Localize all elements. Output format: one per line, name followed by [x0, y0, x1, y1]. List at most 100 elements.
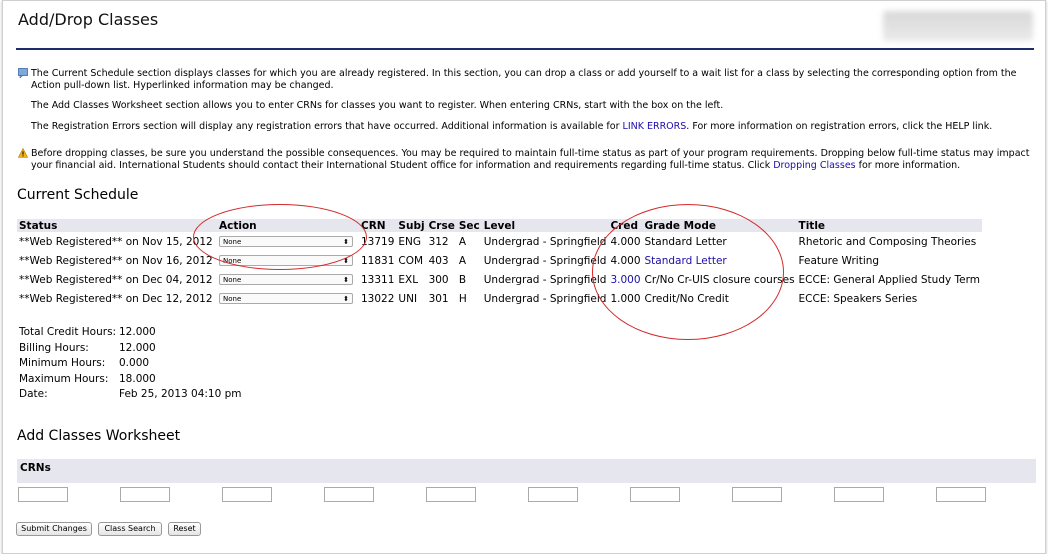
col-crn: CRN: [359, 219, 397, 232]
crn-cell: 13719: [361, 235, 395, 248]
warning-text: Before dropping classes, be sure you und…: [31, 148, 1038, 172]
note-icon: [18, 68, 28, 78]
grade-mode-link[interactable]: Standard Letter: [645, 255, 727, 267]
crn-input-5[interactable]: [426, 487, 476, 502]
totals-label: Billing Hours:: [19, 341, 89, 354]
totals-value: Feb 25, 2013 04:10 pm: [119, 388, 242, 400]
crn-cell: 13022: [361, 292, 395, 305]
col-crse: Crse: [426, 219, 457, 232]
totals-label: Date:: [19, 388, 48, 400]
level-cell: Undergrad - Springfield: [483, 292, 607, 305]
title-cell: Rhetoric and Composing Theories: [798, 235, 977, 248]
link-errors-link[interactable]: LINK ERRORS: [623, 121, 687, 132]
warning-dropping: Before dropping classes, be sure you und…: [18, 148, 1038, 172]
level-cell: Undergrad - Springfield: [483, 254, 607, 267]
crse-cell: 312: [428, 235, 449, 248]
col-action: Action: [217, 219, 359, 232]
totals-label: Minimum Hours:: [19, 357, 106, 369]
page-title: Add/Drop Classes: [18, 10, 159, 29]
title-cell: ECCE: Speakers Series: [798, 292, 918, 305]
action-select[interactable]: None ⬍: [219, 293, 353, 304]
totals-row: Minimum Hours: 0.000: [19, 356, 242, 372]
crn-input-7[interactable]: [630, 487, 680, 502]
warning-text-after: for more information.: [855, 160, 961, 171]
action-cell: None ⬍: [217, 270, 359, 289]
action-select[interactable]: None ⬍: [219, 274, 353, 285]
action-cell: None ⬍: [217, 251, 359, 270]
col-level: Level: [481, 219, 609, 232]
subj-cell: ENG: [398, 235, 422, 248]
header-rule: [16, 48, 1034, 50]
cred-cell: 4.000: [610, 254, 641, 267]
crn-input-10[interactable]: [936, 487, 986, 502]
title-cell: Feature Writing: [798, 254, 880, 267]
sec-cell: A: [458, 254, 467, 267]
col-grade-mode: Grade Mode: [642, 219, 797, 232]
subj-cell: COM: [398, 254, 424, 267]
crse-cell: 403: [428, 254, 449, 267]
crn-input-1[interactable]: [18, 487, 68, 502]
cred-cell: 1.000: [610, 292, 641, 305]
action-select-value: None: [223, 276, 242, 284]
info-text-3: The Registration Errors section will dis…: [31, 121, 1038, 133]
grade-mode-cell: Standard Letter: [643, 251, 797, 270]
crse-cell: 301: [428, 292, 449, 305]
action-select[interactable]: None ⬍: [219, 255, 353, 266]
totals-value: 12.000: [119, 341, 156, 354]
subj-cell: UNI: [398, 292, 418, 305]
crn-input-8[interactable]: [732, 487, 782, 502]
table-row: **Web Registered** on Nov 16, 2012 None ⬍…: [17, 251, 982, 270]
current-schedule-heading: Current Schedule: [17, 187, 139, 203]
grade-mode-cell: Cr/No Cr-UIS closure courses: [644, 273, 795, 286]
status-cell: **Web Registered** on Nov 15, 2012: [19, 235, 213, 248]
action-select-value: None: [223, 257, 242, 265]
totals-value: 12.000: [119, 326, 156, 338]
crn-input-9[interactable]: [834, 487, 884, 502]
sec-cell: A: [458, 235, 467, 248]
reset-button[interactable]: Reset: [168, 522, 201, 536]
totals-label: Total Credit Hours:: [19, 326, 117, 338]
class-search-button[interactable]: Class Search: [98, 522, 162, 536]
grade-mode-cell: Credit/No Credit: [644, 292, 729, 305]
crse-cell: 300: [428, 273, 449, 286]
subj-cell: EXL: [398, 273, 419, 286]
page-frame: Add/Drop Classes The Current Schedule se…: [2, 0, 1046, 554]
status-cell: **Web Registered** on Dec 04, 2012: [19, 273, 213, 286]
dropping-classes-link[interactable]: Dropping Classes: [773, 160, 855, 171]
status-cell: **Web Registered** on Dec 12, 2012: [19, 292, 213, 305]
totals-row: Total Credit Hours: 12.000: [19, 325, 242, 341]
table-row: **Web Registered** on Dec 04, 2012 None ⬍…: [17, 270, 982, 289]
totals-row: Date: Feb 25, 2013 04:10 pm: [19, 387, 242, 403]
totals-row: Billing Hours: 12.000: [19, 341, 242, 357]
crn-input-4[interactable]: [324, 487, 374, 502]
action-select-value: None: [223, 238, 242, 246]
grade-mode-cell: Standard Letter: [644, 235, 727, 248]
add-classes-heading: Add Classes Worksheet: [17, 428, 181, 444]
redacted-user-info: [883, 11, 1033, 41]
totals-value: 0.000: [119, 357, 150, 369]
action-select[interactable]: None ⬍: [219, 236, 353, 247]
level-cell: Undergrad - Springfield: [483, 273, 607, 286]
title-cell: ECCE: General Applied Study Term: [798, 273, 980, 286]
totals-row: Maximum Hours: 18.000: [19, 372, 242, 388]
sec-cell: B: [458, 273, 467, 286]
col-sec: Sec: [456, 219, 482, 232]
status-cell: **Web Registered** on Nov 16, 2012: [19, 254, 213, 267]
table-row: **Web Registered** on Nov 15, 2012 None ⬍…: [17, 232, 982, 251]
cred-cell: 3.000: [608, 270, 642, 289]
col-cred: Cred: [608, 219, 643, 232]
totals-label: Maximum Hours:: [19, 372, 109, 385]
crn-cell: 11831: [361, 254, 395, 267]
cred-link[interactable]: 3.000: [610, 274, 640, 286]
cred-cell: 4.000: [610, 235, 641, 248]
crn-cell: 13311: [361, 273, 395, 286]
info-text-2: The Add Classes Worksheet section allows…: [31, 100, 724, 111]
submit-changes-button[interactable]: Submit Changes: [16, 522, 92, 536]
info-text-3-before: The Registration Errors section will dis…: [31, 121, 623, 132]
totals-value: 18.000: [119, 372, 156, 385]
crn-input-6[interactable]: [528, 487, 578, 502]
crn-input-3[interactable]: [222, 487, 272, 502]
crn-input-2[interactable]: [120, 487, 170, 502]
select-arrows-icon: ⬍: [343, 276, 349, 284]
info-text-3-after: . For more information on registration e…: [686, 121, 993, 132]
